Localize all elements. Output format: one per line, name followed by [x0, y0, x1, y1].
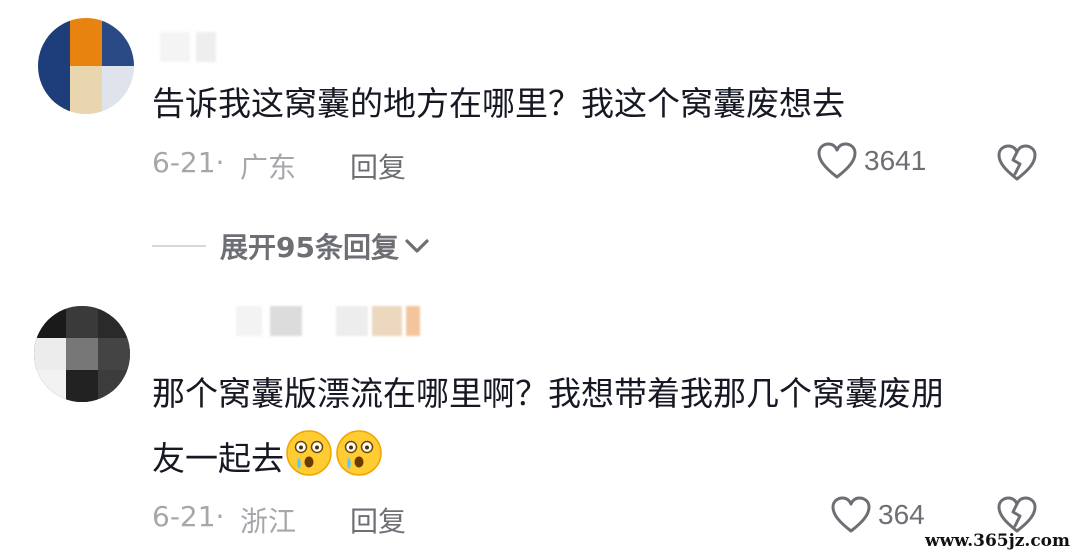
- avatar[interactable]: [38, 18, 134, 114]
- reply-button[interactable]: 回复: [350, 500, 406, 540]
- comment-text-line-1: 那个窝囊版漂流在哪里啊？我想带着我那几个窝囊废朋: [152, 374, 944, 413]
- site-watermark: www.365jz.com: [925, 531, 1070, 551]
- comment-text-line-2: 友一起去: [152, 428, 384, 493]
- chevron-down-icon: [405, 239, 429, 253]
- like-count: 3641: [864, 145, 927, 176]
- expand-replies-label: 展开95条回复: [220, 231, 399, 264]
- astonished-face-emoji: [334, 428, 384, 493]
- comment-region: 广东: [240, 151, 297, 184]
- comment-region: 浙江: [240, 505, 297, 538]
- expand-replies-button[interactable]: 展开95条回复: [152, 226, 431, 266]
- like-button[interactable]: 364: [830, 496, 925, 534]
- broken-heart-icon: [997, 144, 1037, 181]
- divider-line: [152, 245, 206, 247]
- username-blurred[interactable]: [236, 306, 422, 336]
- comment-text: 告诉我这窝囊的地方在哪里？我这个窝囊废想去: [152, 84, 845, 123]
- dislike-button[interactable]: [996, 144, 1038, 186]
- comment-date: 6-21·: [152, 500, 225, 533]
- heart-icon: [831, 496, 871, 533]
- comment-date: 6-21·: [152, 146, 225, 179]
- heart-icon: [817, 142, 857, 179]
- reply-button[interactable]: 回复: [350, 146, 406, 186]
- broken-heart-icon: [997, 496, 1037, 533]
- avatar[interactable]: [34, 306, 130, 402]
- comment-text-line-2-words: 友一起去: [152, 439, 284, 478]
- like-button[interactable]: 3641: [816, 142, 926, 180]
- like-count: 364: [878, 499, 925, 530]
- astonished-face-emoji: [284, 428, 334, 493]
- username-blurred[interactable]: [160, 32, 220, 62]
